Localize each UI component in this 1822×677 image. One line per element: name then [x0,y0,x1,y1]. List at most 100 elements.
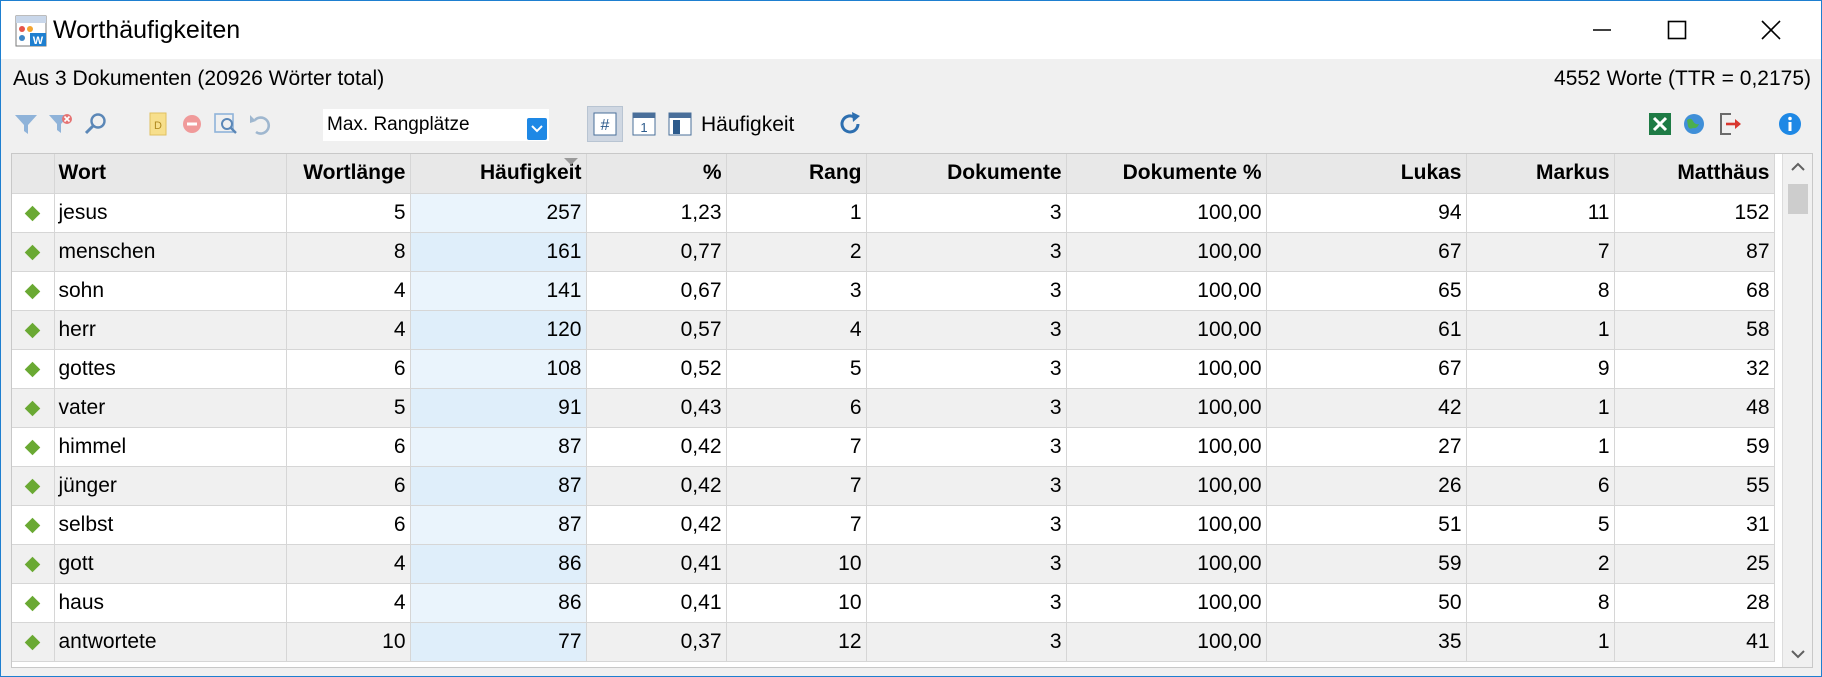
filter-icon[interactable] [11,109,41,139]
cell-documents[interactable]: 3 [866,193,1067,233]
cell-percent[interactable]: 0,52 [586,349,727,389]
column-header-rank[interactable]: Rang [726,154,867,194]
cell-percent[interactable]: 0,43 [586,388,727,428]
column-header-word-length[interactable]: Wortlänge [286,154,411,194]
maximize-button[interactable] [1631,1,1723,59]
table-row[interactable]: jesus 5 257 1,23 1 3 100,00 94 11 152 [12,193,1775,233]
cell-percent[interactable]: 0,42 [586,427,727,467]
search-icon[interactable] [81,109,111,139]
cell-frequency[interactable]: 87 [410,427,587,467]
cell-documents[interactable]: 3 [866,622,1067,662]
cell-matthaeus[interactable]: 55 [1614,466,1775,506]
cell-lukas[interactable]: 61 [1266,310,1467,350]
table-row[interactable]: vater 5 91 0,43 6 3 100,00 42 1 48 [12,388,1775,428]
cell-markus[interactable]: 8 [1466,583,1615,623]
column-header-documents[interactable]: Dokumente [866,154,1067,194]
cell-rank[interactable]: 7 [726,466,867,506]
cell-documents-percent[interactable]: 100,00 [1066,232,1267,272]
cell-matthaeus[interactable]: 152 [1614,193,1775,233]
cell-markus[interactable]: 5 [1466,505,1615,545]
cell-word-length[interactable]: 10 [286,622,411,662]
cell-markus[interactable]: 6 [1466,466,1615,506]
cell-documents[interactable]: 3 [866,505,1067,545]
cell-frequency[interactable]: 87 [410,505,587,545]
column-header-documents-percent[interactable]: Dokumente % [1066,154,1267,194]
max-ranks-dropdown[interactable]: Max. Rangplätze [323,109,549,141]
cell-documents-percent[interactable]: 100,00 [1066,310,1267,350]
cell-word-length[interactable]: 6 [286,349,411,389]
cell-documents[interactable]: 3 [866,349,1067,389]
table-row[interactable]: selbst 6 87 0,42 7 3 100,00 51 5 31 [12,505,1775,545]
cell-markus[interactable]: 1 [1466,427,1615,467]
cell-word-length[interactable]: 4 [286,271,411,311]
excel-icon[interactable] [1645,109,1675,139]
cell-lukas[interactable]: 50 [1266,583,1467,623]
cell-matthaeus[interactable]: 48 [1614,388,1775,428]
cell-word[interactable]: selbst [54,505,287,545]
cell-rank[interactable]: 1 [726,193,867,233]
cell-matthaeus[interactable]: 32 [1614,349,1775,389]
cell-matthaeus[interactable]: 25 [1614,544,1775,584]
cell-documents[interactable]: 3 [866,232,1067,272]
cell-lukas[interactable]: 35 [1266,622,1467,662]
document-icon[interactable]: D [143,109,173,139]
cell-documents-percent[interactable]: 100,00 [1066,193,1267,233]
cell-frequency[interactable]: 87 [410,466,587,506]
cell-rank[interactable]: 7 [726,505,867,545]
cell-word-length[interactable]: 6 [286,427,411,467]
table-row[interactable]: herr 4 120 0,57 4 3 100,00 61 1 58 [12,310,1775,350]
cell-rank[interactable]: 6 [726,388,867,428]
cell-documents[interactable]: 3 [866,310,1067,350]
column-header-percent[interactable]: % [586,154,727,194]
cell-documents[interactable]: 3 [866,466,1067,506]
cell-lukas[interactable]: 59 [1266,544,1467,584]
cell-lukas[interactable]: 27 [1266,427,1467,467]
cell-matthaeus[interactable]: 28 [1614,583,1775,623]
scrollbar-thumb[interactable] [1788,184,1808,214]
cell-word-length[interactable]: 4 [286,583,411,623]
cell-frequency[interactable]: 108 [410,349,587,389]
cell-markus[interactable]: 1 [1466,310,1615,350]
cell-word[interactable]: gott [54,544,287,584]
cell-matthaeus[interactable]: 31 [1614,505,1775,545]
cell-documents-percent[interactable]: 100,00 [1066,427,1267,467]
cell-matthaeus[interactable]: 68 [1614,271,1775,311]
cell-lukas[interactable]: 51 [1266,505,1467,545]
filter-remove-icon[interactable] [45,109,75,139]
cell-lukas[interactable]: 42 [1266,388,1467,428]
cell-frequency[interactable]: 86 [410,544,587,584]
table-row[interactable]: gottes 6 108 0,52 5 3 100,00 67 9 32 [12,349,1775,389]
table-row[interactable]: menschen 8 161 0,77 2 3 100,00 67 7 87 [12,232,1775,272]
cell-frequency[interactable]: 77 [410,622,587,662]
cell-word-length[interactable]: 6 [286,466,411,506]
cell-rank[interactable]: 12 [726,622,867,662]
undo-icon[interactable] [245,109,275,139]
cell-frequency[interactable]: 91 [410,388,587,428]
cell-word-length[interactable]: 5 [286,388,411,428]
cell-frequency[interactable]: 257 [410,193,587,233]
cell-frequency[interactable]: 141 [410,271,587,311]
preview-icon[interactable] [211,109,241,139]
column-icon[interactable] [665,109,695,139]
cell-word[interactable]: vater [54,388,287,428]
info-icon[interactable] [1775,109,1805,139]
cell-rank[interactable]: 10 [726,544,867,584]
cell-matthaeus[interactable]: 59 [1614,427,1775,467]
cell-percent[interactable]: 0,41 [586,544,727,584]
cell-frequency[interactable]: 161 [410,232,587,272]
column-header-markus[interactable]: Markus [1466,154,1615,194]
cell-rank[interactable]: 7 [726,427,867,467]
cell-markus[interactable]: 2 [1466,544,1615,584]
cell-documents-percent[interactable]: 100,00 [1066,271,1267,311]
cell-frequency[interactable]: 120 [410,310,587,350]
cell-word[interactable]: jesus [54,193,287,233]
cell-word[interactable]: antwortete [54,622,287,662]
one-icon[interactable]: 1 [629,109,659,139]
cell-word-length[interactable]: 6 [286,505,411,545]
cell-documents[interactable]: 3 [866,583,1067,623]
cell-percent[interactable]: 0,67 [586,271,727,311]
column-header-lukas[interactable]: Lukas [1266,154,1467,194]
cell-rank[interactable]: 2 [726,232,867,272]
table-row[interactable]: sohn 4 141 0,67 3 3 100,00 65 8 68 [12,271,1775,311]
cell-word[interactable]: herr [54,310,287,350]
